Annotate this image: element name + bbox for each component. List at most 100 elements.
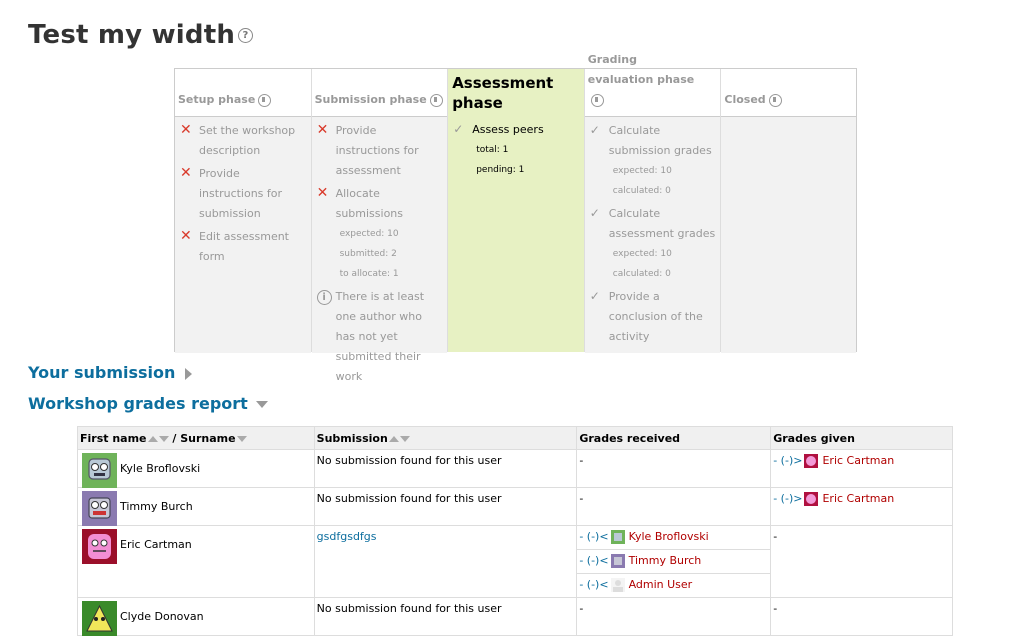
expand-icon (185, 367, 193, 380)
submission-cell: No submission found for this user (316, 492, 502, 505)
grade-received-item: - (-)< Admin User (577, 574, 770, 597)
phase-setup: Setup phase ✕ Set the workshop descriptio… (175, 69, 312, 353)
fail-icon: ✕ (180, 228, 192, 244)
help-icon[interactable]: ? (238, 28, 254, 43)
your-submission-toggle[interactable]: Your submission (28, 363, 193, 382)
fail-icon: ✕ (180, 122, 192, 138)
task-item[interactable]: ✕ Provide instructions for assessment (312, 121, 448, 181)
grades-received-cell: - (579, 454, 584, 467)
lightbulb-icon[interactable] (590, 93, 604, 107)
sort-submission[interactable]: Submission (317, 432, 388, 445)
todo-icon: ✓ (589, 206, 600, 220)
workshop-phases: Setup phase ✕ Set the workshop descriptio… (174, 53, 857, 383)
grades-received-cell: - (579, 492, 584, 505)
lightbulb-icon[interactable] (429, 93, 443, 107)
avatar-pink-icon (804, 454, 819, 468)
header-separator: / (168, 431, 181, 445)
grades-given-cell: - (-)> Eric Cartman (771, 450, 952, 472)
fail-icon: ✕ (316, 185, 329, 201)
task-item[interactable]: ✕ Allocate submissions expected: 10 submi… (312, 184, 448, 284)
phase-submission: Submission phase ✕ Provide instructions f… (311, 69, 449, 383)
sort-asc-icon[interactable] (147, 435, 158, 442)
user-link[interactable]: Kyle Broflovski (629, 530, 709, 543)
phase-evaluation: Grading evaluation phase ✓ Calculate subm… (584, 53, 722, 353)
task-detail: expected: 10 (339, 229, 399, 239)
task-detail: expected: 10 (612, 166, 672, 176)
header-name: First name / Surname (77, 426, 315, 450)
table-row: Eric Cartman gsdfgsdfgs - (-)< Kyle Brofl… (77, 525, 953, 598)
grade-link[interactable]: - (-)< (579, 578, 608, 591)
submission-cell: No submission found for this user (316, 602, 502, 615)
submission-cell: No submission found for this user (316, 454, 502, 467)
user-link[interactable]: Admin User (629, 578, 693, 591)
task-item[interactable]: ✓ Calculate assessment grades expected: 1… (585, 204, 721, 284)
info-icon: i (316, 290, 332, 305)
task-detail: submitted: 2 (339, 249, 397, 259)
task-item[interactable]: ✕ Set the workshop description (175, 121, 311, 161)
sort-first-name[interactable]: First name (80, 432, 147, 445)
phase-evaluation-title[interactable]: Grading evaluation phase (588, 50, 698, 110)
grades-report-table: First name / Surname Submission Grades r… (77, 426, 953, 636)
phase-closed-title[interactable]: Closed (724, 90, 782, 110)
page-title: Test my width? (28, 20, 254, 50)
task-item[interactable]: ✓ Provide a conclusion of the activity (585, 287, 721, 347)
fail-icon: ✕ (316, 122, 329, 138)
table-row: Clyde Donovan No submission found for th… (77, 597, 953, 636)
collapse-icon (255, 401, 268, 408)
todo-icon: ✓ (589, 289, 600, 303)
todo-icon: ✓ (589, 123, 600, 137)
task-detail: calculated: 0 (612, 269, 671, 279)
table-row: Timmy Burch No submission found for this… (77, 487, 953, 526)
grade-received-item: - (-)< Timmy Burch (577, 550, 771, 574)
avatar-monster-icon[interactable] (82, 529, 117, 564)
phase-closed: Closed (721, 69, 856, 353)
grade-link[interactable]: - (-)> (773, 492, 802, 505)
fail-icon: ✕ (180, 165, 192, 181)
phase-assessment: Assessment phase ✓ Assess peers total: 1 … (448, 69, 585, 352)
grades-given-cell: - (-)> Eric Cartman (771, 488, 952, 510)
avatar-robot-icon[interactable] (82, 491, 117, 526)
sort-asc-icon[interactable] (388, 435, 399, 442)
task-item[interactable]: ✓ Calculate submission grades expected: 1… (585, 121, 721, 201)
task-detail: expected: 10 (612, 249, 672, 259)
sort-desc-icon[interactable] (399, 435, 410, 442)
grade-received-item: - (-)< Kyle Broflovski (577, 526, 771, 550)
avatar-triangle-icon[interactable] (82, 601, 117, 636)
user-name: Timmy Burch (120, 500, 193, 513)
phase-submission-title[interactable]: Submission phase (315, 90, 443, 110)
avatar-pink-icon (804, 492, 819, 506)
user-name: Eric Cartman (120, 538, 192, 551)
avatar-default-icon (610, 578, 625, 592)
user-link[interactable]: Eric Cartman (822, 454, 894, 467)
avatar-robot-icon (610, 530, 625, 544)
grades-report-toggle[interactable]: Workshop grades report (28, 394, 268, 413)
task-detail: total: 1 (476, 145, 509, 155)
user-link[interactable]: Eric Cartman (822, 492, 894, 505)
header-grades-received: Grades received (576, 426, 772, 450)
header-submission: Submission (313, 426, 578, 450)
task-item[interactable]: ✕ Provide instructions for submission (175, 164, 311, 224)
task-item[interactable]: ✕ Edit assessment form (175, 227, 311, 267)
sort-desc-icon[interactable] (158, 435, 169, 442)
user-name: Clyde Donovan (120, 610, 204, 623)
grade-link[interactable]: - (-)< (579, 530, 608, 543)
task-item[interactable]: ✓ Assess peers total: 1 pending: 1 (448, 120, 584, 180)
grades-given-cell: - (773, 530, 778, 543)
lightbulb-icon[interactable] (258, 93, 272, 107)
task-detail: calculated: 0 (612, 186, 671, 196)
avatar-robot-icon (610, 554, 625, 568)
grade-link[interactable]: - (-)< (579, 554, 608, 567)
user-link[interactable]: Timmy Burch (629, 554, 702, 567)
submission-link[interactable]: gsdfgsdfgs (315, 526, 577, 547)
lightbulb-icon[interactable] (768, 93, 782, 107)
sort-desc-icon[interactable] (236, 435, 247, 442)
header-grades-given: Grades given (770, 426, 953, 450)
phase-setup-title[interactable]: Setup phase (178, 90, 272, 110)
sort-surname[interactable]: Surname (180, 432, 235, 445)
grade-link[interactable]: - (-)> (773, 454, 802, 467)
task-item: i There is at least one author who has no… (312, 287, 448, 387)
task-detail: to allocate: 1 (339, 269, 399, 279)
table-row: Kyle Broflovski No submission found for … (77, 449, 953, 488)
todo-icon: ✓ (453, 122, 464, 136)
avatar-robot-icon[interactable] (82, 453, 117, 488)
